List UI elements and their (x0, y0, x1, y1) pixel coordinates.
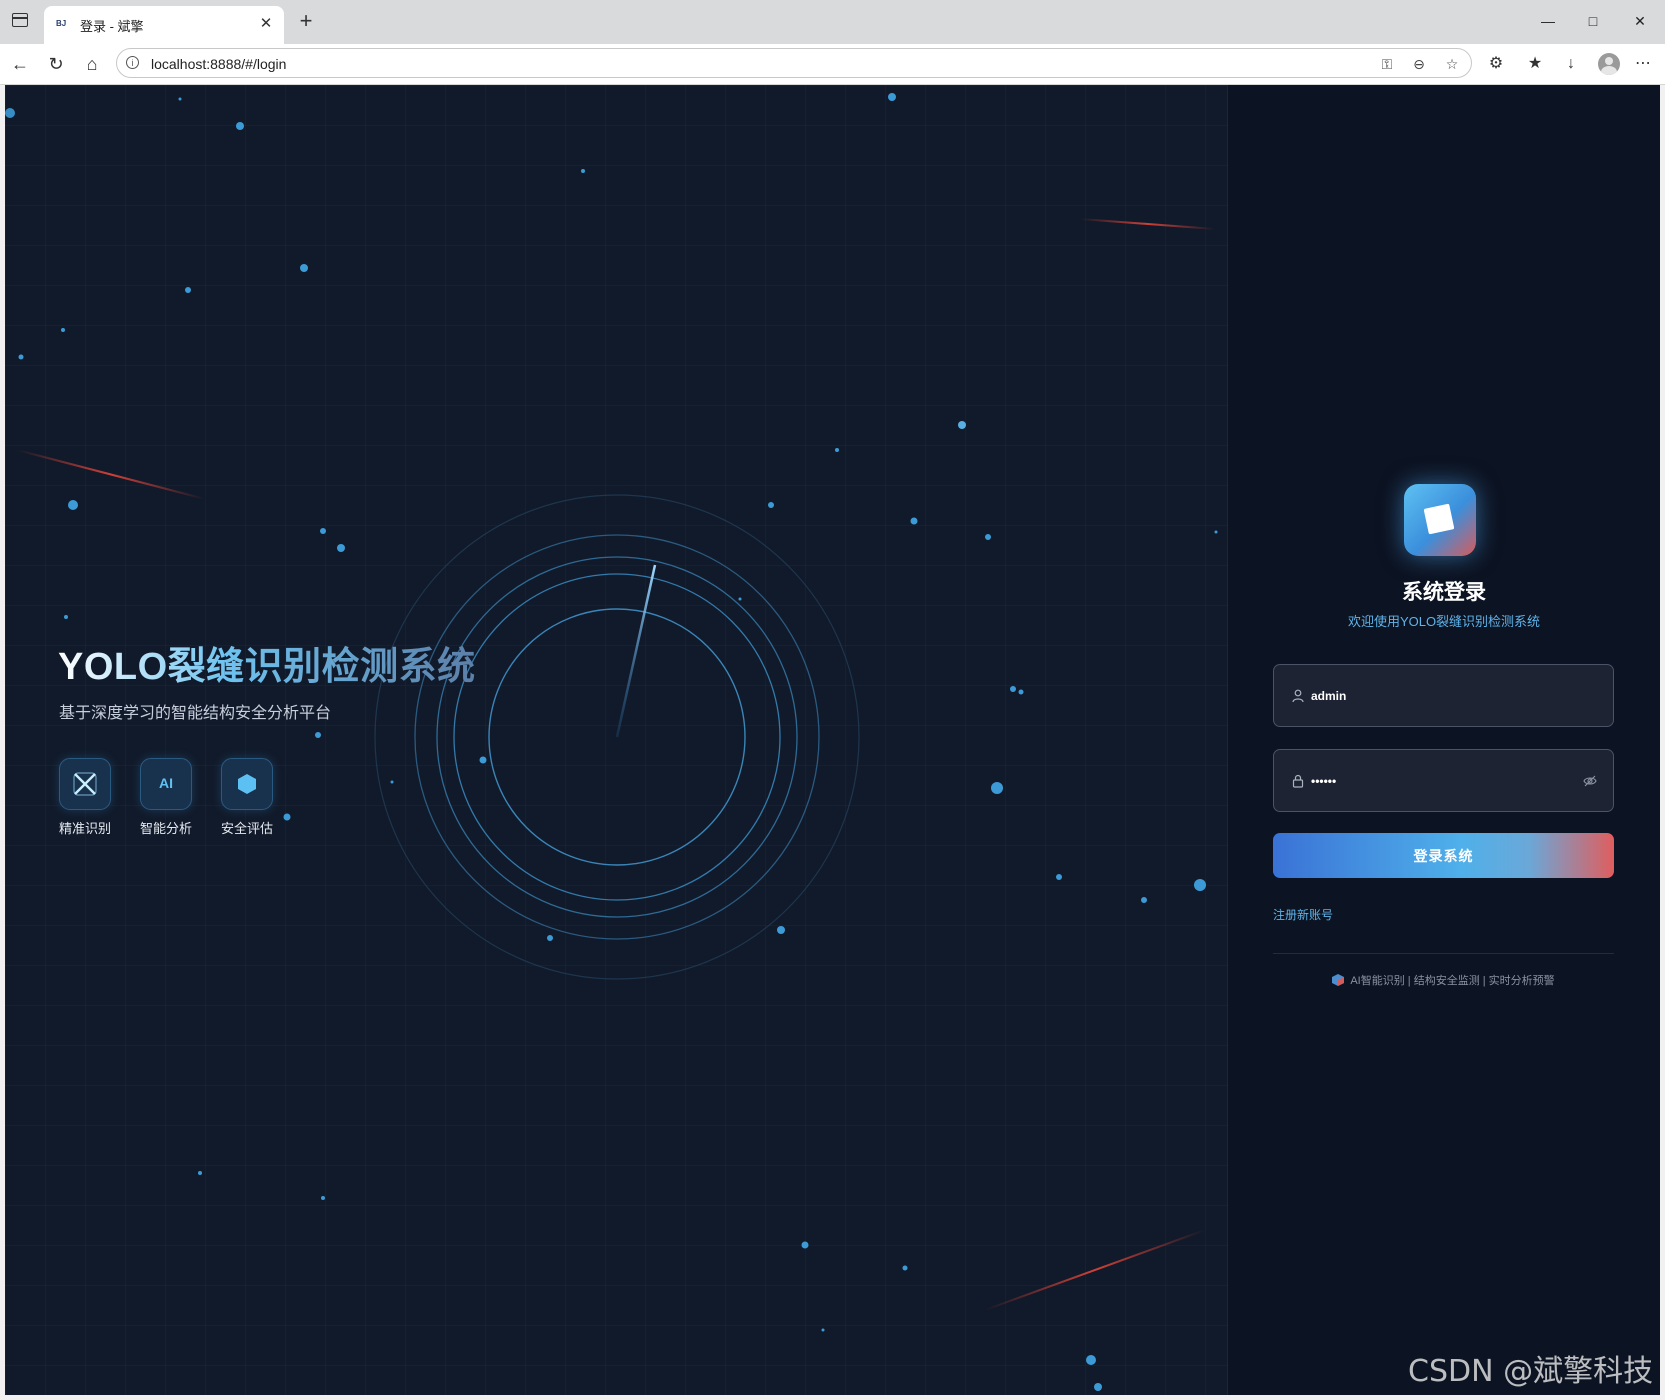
favorites-icon[interactable]: ★ (1524, 53, 1546, 75)
page-viewport: YOLO裂缝识别检测系统 基于深度学习的智能结构安全分析平台 精准识别 AI 智… (5, 85, 1660, 1395)
address-bar[interactable]: i localhost:8888/#/login ⚿ ⊖ ☆ (116, 48, 1472, 78)
watermark: CSDN @斌擎科技 (1408, 1354, 1654, 1389)
new-tab-button[interactable]: + (294, 10, 318, 34)
cube-icon (1332, 974, 1345, 986)
minimize-button[interactable]: — (1533, 10, 1563, 32)
zoom-out-icon[interactable]: ⊖ (1409, 54, 1429, 74)
login-footer: AI智能识别 | 结构安全监测 | 实时分析预警 (1273, 972, 1614, 988)
meteor-streak (984, 1229, 1206, 1311)
tab-actions-icon[interactable] (12, 13, 28, 27)
download-icon[interactable]: ↓ (1560, 53, 1582, 75)
more-menu-icon[interactable]: ⋯ (1632, 53, 1654, 75)
tab-favicon-icon: BJ (56, 19, 67, 28)
login-subtitle: 欢迎使用YOLO裂缝识别检测系统 (1347, 614, 1541, 629)
hero-panel: YOLO裂缝识别检测系统 基于深度学习的智能结构安全分析平台 精准识别 AI 智… (5, 85, 1227, 1395)
profile-avatar[interactable] (1598, 53, 1620, 75)
particles (5, 93, 1218, 1391)
home-icon[interactable]: ⌂ (80, 52, 104, 76)
user-icon (1292, 689, 1304, 703)
feature-ai: AI 智能分析 (136, 758, 196, 837)
ai-icon: AI (140, 758, 192, 810)
hexagon-shield-icon (221, 758, 273, 810)
login-panel (1227, 85, 1660, 1395)
hero-title: YOLO裂缝识别检测系统 (58, 635, 476, 690)
maximize-button[interactable]: □ (1578, 10, 1608, 32)
scan-dot (958, 421, 966, 429)
refresh-icon[interactable]: ↻ (44, 52, 68, 76)
login-submit-button[interactable]: 登录系统 (1273, 833, 1614, 878)
feature-safety: 安全评估 (217, 758, 277, 837)
tab-title: 登录 - 斌擎 (80, 19, 144, 34)
feature-label: 精准识别 (58, 821, 111, 836)
background-decoration (5, 93, 1218, 1391)
password-input[interactable] (1311, 750, 1571, 811)
url-text[interactable]: localhost:8888/#/login (151, 56, 286, 72)
ai-icon-text: AI (159, 775, 173, 791)
meteor-streak (1079, 218, 1216, 230)
key-icon[interactable]: ⚿ (1377, 54, 1397, 74)
divider (1273, 953, 1614, 954)
browser-titlebar: BJ 登录 - 斌擎 ✕ + — □ ✕ (0, 0, 1665, 44)
hero-subtitle: 基于深度学习的智能结构安全分析平台 (59, 705, 332, 722)
password-field[interactable] (1273, 749, 1614, 812)
favorite-star-icon[interactable]: ☆ (1442, 54, 1462, 74)
browser-tab[interactable]: BJ 登录 - 斌擎 ✕ (44, 6, 284, 44)
eye-hidden-icon[interactable] (1583, 774, 1597, 788)
register-link[interactable]: 注册新账号 (1273, 906, 1333, 923)
window-close-button[interactable]: ✕ (1625, 10, 1655, 32)
username-field[interactable] (1273, 664, 1614, 727)
extensions-icon[interactable]: ⚙ (1485, 53, 1507, 75)
lock-icon (1292, 774, 1304, 788)
radar-needle (615, 564, 657, 738)
back-arrow-icon[interactable]: ← (8, 52, 32, 76)
login-title: 系统登录 (1402, 581, 1486, 604)
app-logo-icon (1404, 484, 1476, 556)
feature-precision: 精准识别 (55, 758, 115, 837)
feature-label: 智能分析 (139, 821, 192, 836)
meteor-streak (16, 449, 206, 500)
browser-toolbar: ← ↻ ⌂ i localhost:8888/#/login ⚿ ⊖ ☆ ⚙ ★… (0, 44, 1665, 85)
tab-close-icon[interactable]: ✕ (256, 14, 276, 34)
site-info-icon[interactable]: i (126, 56, 139, 69)
username-input[interactable] (1311, 665, 1571, 726)
precision-x-icon (59, 758, 111, 810)
feature-label: 安全评估 (220, 821, 273, 836)
footer-text: AI智能识别 | 结构安全监测 | 实时分析预警 (1350, 975, 1555, 987)
